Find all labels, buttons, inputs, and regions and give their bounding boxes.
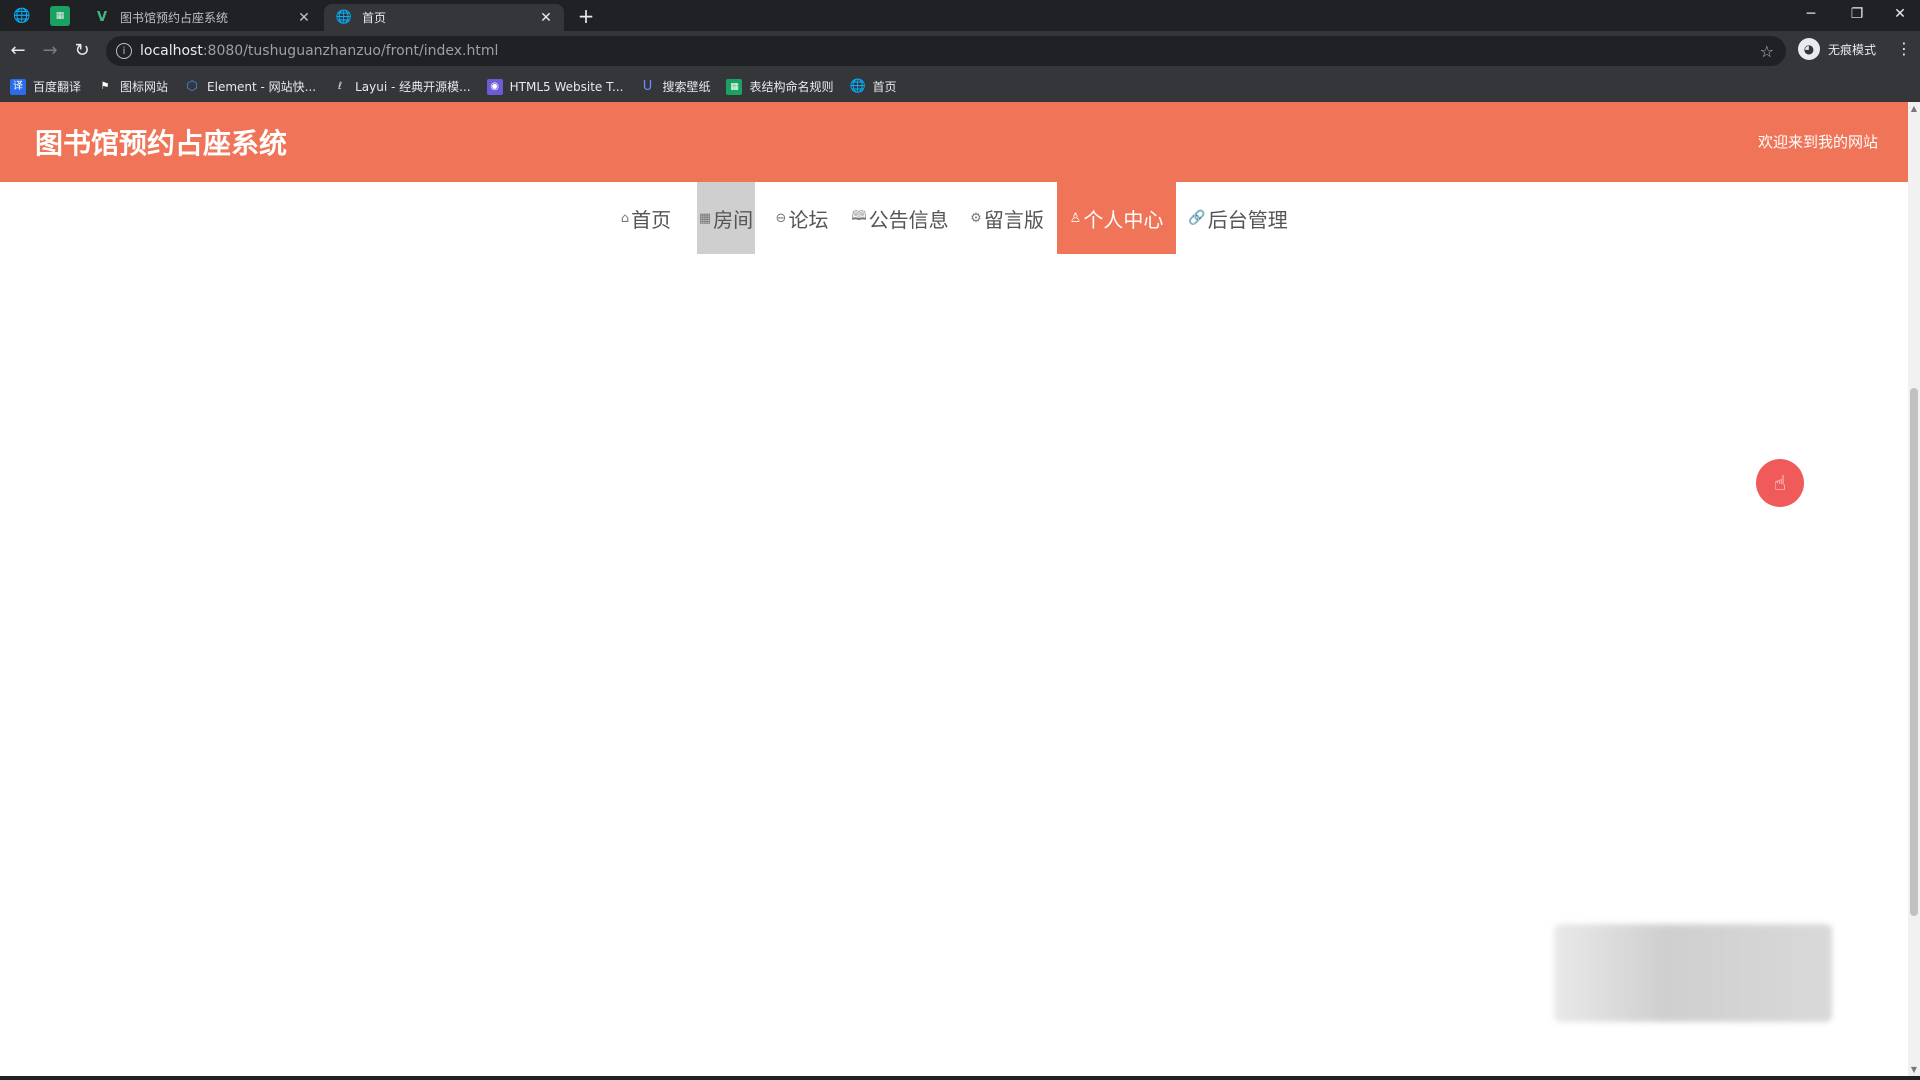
page-scrollbar[interactable]: ▲ ▼ [1908, 102, 1920, 1076]
element-logo-icon: ⬡ [186, 78, 198, 94]
nav-item-home[interactable]: ⌂ 首页 [612, 182, 680, 254]
tab-title: 图书馆预约占座系统 [120, 11, 229, 25]
nav-label: 论坛 [788, 207, 829, 232]
forum-icon: ⊖ [775, 210, 787, 226]
home-icon: ⌂ [620, 210, 630, 226]
bookmark-label: 表结构命名规则 [749, 80, 834, 94]
scrollbar-thumb[interactable] [1910, 388, 1918, 916]
bookmark-label: 图标网站 [120, 80, 169, 94]
translate-icon: 译 [10, 78, 26, 95]
scroll-up-icon[interactable]: ▲ [1910, 104, 1918, 113]
incognito-icon: ◕ [1798, 38, 1820, 60]
reload-icon[interactable]: ↻ [70, 39, 94, 63]
bookmark-label: 搜索壁纸 [662, 80, 711, 94]
link-icon: 🔗 [1188, 210, 1206, 226]
nav-item-admin[interactable]: 🔗 后台管理 [1186, 182, 1290, 254]
wallpaper-search-icon: U [642, 78, 653, 94]
close-icon[interactable]: ✕ [294, 10, 314, 26]
html5-template-icon: ◉ [486, 78, 503, 95]
new-tab-button[interactable]: + [574, 5, 598, 29]
back-arrow-icon[interactable]: ← [6, 39, 30, 63]
tab-home[interactable]: 🌐 首页 ✕ [324, 4, 564, 31]
pinned-tab-globe-icon[interactable]: 🌐 [12, 6, 32, 26]
vue-icon: V [96, 10, 108, 25]
tab-library-system[interactable]: V 图书馆预约占座系统 ✕ [82, 4, 322, 31]
blurred-watermark [1554, 924, 1832, 1022]
bookmark-star-icon[interactable]: ☆ [1760, 42, 1774, 61]
bookmark-item[interactable]: ⚑ 图标网站 [97, 78, 169, 95]
page-viewport: 图书馆预约占座系统 欢迎来到我的网站 ⌂ 首页 ▦ 房间 ⊖ 论坛 🕮 公告信息… [0, 102, 1920, 1076]
pinned-tab-sheet-icon[interactable]: ▦ [50, 6, 70, 26]
nav-label: 首页 [631, 207, 672, 232]
restore-icon[interactable]: ❐ [1834, 0, 1880, 30]
book-icon: 🕮 [851, 209, 867, 224]
user-icon: ♙ [1069, 210, 1082, 226]
window-bottom-edge [0, 1076, 1920, 1080]
sheet-icon: ▦ [726, 78, 743, 95]
nav-item-rooms[interactable]: ▦ 房间 [697, 182, 755, 254]
bookmark-label: Layui - 经典开源模... [355, 80, 471, 94]
minimize-icon[interactable]: ─ [1788, 0, 1834, 30]
room-icon: ▦ [698, 210, 712, 226]
bookmark-label: 首页 [872, 80, 897, 94]
close-icon[interactable]: ✕ [536, 10, 556, 26]
bookmarks-bar: 译 百度翻译 ⚑ 图标网站 ⬡ Element - 网站快... ℓ Layui… [0, 71, 1920, 103]
incognito-indicator[interactable]: ◕ 无痕模式 [1798, 38, 1876, 60]
nav-label: 个人中心 [1083, 207, 1164, 232]
kebab-menu-icon[interactable]: ⋮ [1896, 39, 1912, 58]
address-bar[interactable]: i localhost:8080/tushuguanzhanzuo/front/… [106, 36, 1786, 66]
floating-action-button[interactable]: ☝ [1756, 459, 1804, 507]
flag-icon: ⚑ [100, 80, 110, 92]
close-window-icon[interactable]: ✕ [1880, 0, 1920, 30]
nav-label: 公告信息 [868, 207, 949, 232]
bookmark-item[interactable]: 译 百度翻译 [10, 78, 81, 95]
bookmark-label: Element - 网站快... [207, 80, 317, 94]
gear-icon: ⚙ [970, 210, 982, 226]
site-header: 图书馆预约占座系统 欢迎来到我的网站 [0, 102, 1908, 182]
tab-title: 首页 [362, 11, 387, 25]
bookmark-item[interactable]: ⬡ Element - 网站快... [184, 78, 316, 95]
nav-label: 房间 [713, 207, 754, 232]
info-icon[interactable]: i [116, 43, 132, 59]
nav-item-notices[interactable]: 🕮 公告信息 [850, 182, 950, 254]
bookmark-item[interactable]: ◉ HTML5 Website T... [486, 78, 624, 95]
browser-toolbar: ← → ↻ i localhost:8080/tushuguanzhanzuo/… [0, 31, 1920, 71]
layui-logo-icon: ℓ [338, 80, 343, 92]
bookmark-label: 百度翻译 [33, 80, 82, 94]
forward-arrow-icon[interactable]: → [38, 39, 62, 63]
incognito-label: 无痕模式 [1828, 42, 1877, 57]
browser-tabstrip: 🌐 ▦ V 图书馆预约占座系统 ✕ 🌐 首页 ✕ + ─ ❐ ✕ [0, 0, 1920, 31]
globe-icon: 🌐 [849, 78, 866, 94]
site-title: 图书馆预约占座系统 [35, 127, 288, 160]
nav-item-forum[interactable]: ⊖ 论坛 [772, 182, 832, 254]
hand-pointer-icon: ☝ [1773, 471, 1787, 495]
main-nav: ⌂ 首页 ▦ 房间 ⊖ 论坛 🕮 公告信息 ⚙ 留言版 ♙ 个人中心 🔗 后台管… [0, 182, 1908, 254]
nav-label: 后台管理 [1207, 207, 1288, 232]
nav-label: 留言版 [983, 207, 1044, 232]
scroll-down-icon[interactable]: ▼ [1910, 1065, 1918, 1074]
bookmark-item[interactable]: U 搜索壁纸 [639, 78, 711, 95]
bookmark-label: HTML5 Website T... [509, 79, 624, 94]
url-text: localhost:8080/tushuguanzhanzuo/front/in… [140, 43, 499, 59]
bookmark-item[interactable]: 🌐 首页 [849, 78, 896, 95]
bookmark-item[interactable]: ▦ 表结构命名规则 [726, 78, 833, 95]
bookmark-item[interactable]: ℓ Layui - 经典开源模... [332, 78, 471, 95]
globe-icon: 🌐 [335, 10, 353, 25]
nav-item-guestbook[interactable]: ⚙ 留言版 [966, 182, 1048, 254]
nav-item-profile[interactable]: ♙ 个人中心 [1057, 182, 1176, 254]
welcome-text: 欢迎来到我的网站 [1757, 133, 1878, 151]
